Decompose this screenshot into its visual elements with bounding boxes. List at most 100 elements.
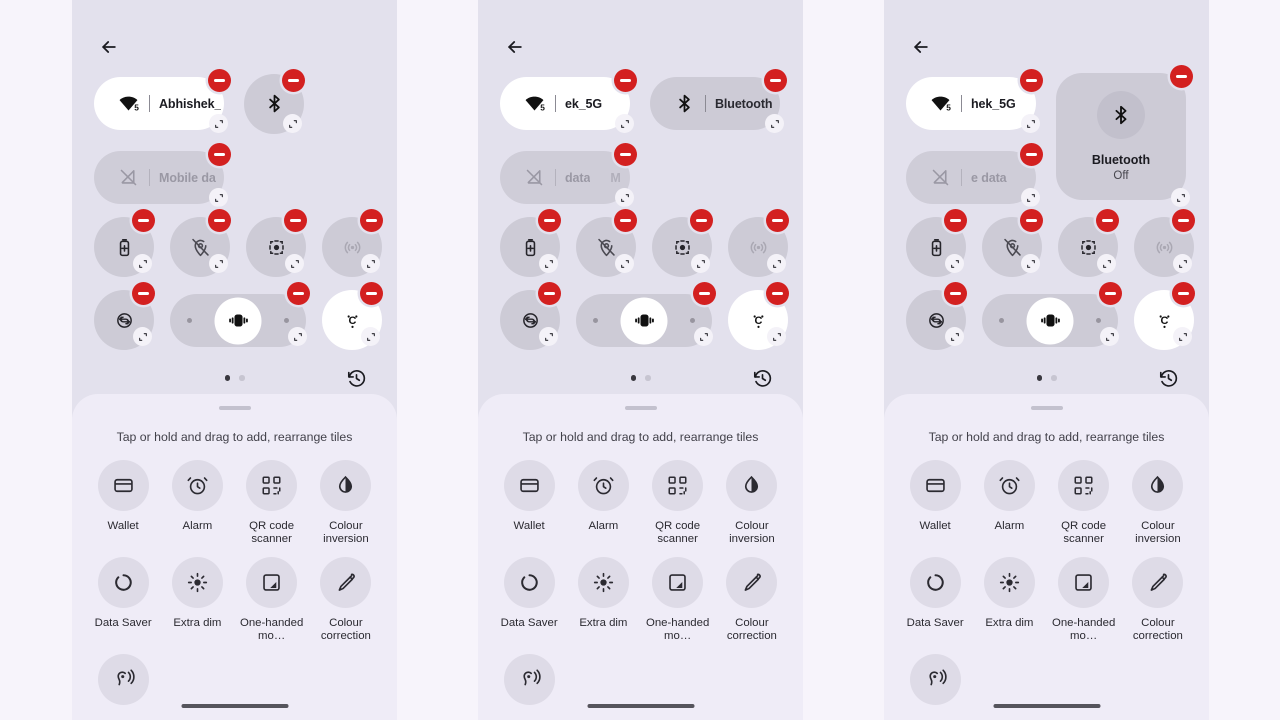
resize-handle-row3-3[interactable] (1173, 254, 1192, 273)
tile-bluetooth[interactable]: Bluetooth Off (1056, 73, 1186, 200)
ring-mode-dot-left[interactable] (187, 318, 192, 323)
remove-tile-wifi[interactable] (1020, 69, 1043, 92)
add-tile-colour-correction[interactable]: Colour correction (1121, 557, 1195, 643)
remove-tile-row3-1[interactable] (1020, 209, 1043, 232)
tile-mobile-data[interactable]: Mobile da (94, 151, 224, 204)
remove-tile-mobile-data[interactable] (208, 143, 231, 166)
remove-tile-row3-1[interactable] (614, 209, 637, 232)
resize-handle-wifi[interactable] (1021, 114, 1040, 133)
add-tile-qr-code-scanner[interactable]: QR code scanner (641, 460, 715, 546)
tile-ring-mode[interactable] (576, 294, 712, 347)
add-tile-one-handed-mode[interactable]: One-handed mo… (235, 557, 309, 643)
resize-handle-mobile-data[interactable] (209, 188, 228, 207)
gesture-nav-bar[interactable] (181, 704, 288, 708)
gesture-nav-bar[interactable] (993, 704, 1100, 708)
remove-tile-row3-0[interactable] (132, 209, 155, 232)
page-dot-1[interactable] (630, 375, 636, 381)
tile-wifi[interactable]: 5 hek_5G (906, 77, 1036, 130)
add-tile-alarm[interactable]: Alarm (972, 460, 1046, 546)
remove-tile-wifi[interactable] (614, 69, 637, 92)
history-restore-icon[interactable] (346, 368, 370, 392)
add-tile-alarm[interactable]: Alarm (566, 460, 640, 546)
resize-handle-row3-1[interactable] (209, 254, 228, 273)
add-tile-colour-inversion[interactable]: Colour inversion (309, 460, 383, 546)
add-tile-hearing-devices[interactable] (86, 654, 160, 714)
remove-tile-mobile-data[interactable] (1020, 143, 1043, 166)
resize-handle-row3-2[interactable] (1097, 254, 1116, 273)
resize-handle-row3-3[interactable] (361, 254, 380, 273)
remove-tile-auto-rotate[interactable] (132, 282, 155, 305)
add-tile-colour-correction[interactable]: Colour correction (715, 557, 789, 643)
remove-tile-row3-2[interactable] (690, 209, 713, 232)
resize-handle-row3-0[interactable] (133, 254, 152, 273)
resize-handle-colour-temperature[interactable] (1173, 327, 1192, 346)
tile-wifi[interactable]: 5 Abhishek_ (94, 77, 224, 130)
add-tile-one-handed-mode[interactable]: One-handed mo… (1047, 557, 1121, 643)
resize-handle-auto-rotate[interactable] (133, 327, 152, 346)
remove-tile-ring-mode[interactable] (1099, 282, 1122, 305)
add-tile-extra-dim[interactable]: Extra dim (566, 557, 640, 643)
remove-tile-row3-3[interactable] (360, 209, 383, 232)
resize-handle-row3-2[interactable] (691, 254, 710, 273)
ring-mode-dot-left[interactable] (593, 318, 598, 323)
resize-handle-bluetooth[interactable] (283, 114, 302, 133)
remove-tile-ring-mode[interactable] (693, 282, 716, 305)
resize-handle-row3-2[interactable] (285, 254, 304, 273)
add-tile-data-saver[interactable]: Data Saver (492, 557, 566, 643)
page-dot-2[interactable] (645, 375, 651, 381)
add-tile-hearing-devices[interactable] (492, 654, 566, 714)
ring-mode-dot-left[interactable] (999, 318, 1004, 323)
add-tile-colour-inversion[interactable]: Colour inversion (715, 460, 789, 546)
remove-tile-auto-rotate[interactable] (944, 282, 967, 305)
add-tile-qr-code-scanner[interactable]: QR code scanner (235, 460, 309, 546)
back-button[interactable] (94, 32, 124, 62)
ring-mode-dot-right[interactable] (1096, 318, 1101, 323)
tile-wifi[interactable]: 5 ek_5G (500, 77, 630, 130)
remove-tile-row3-0[interactable] (538, 209, 561, 232)
resize-handle-bluetooth[interactable] (765, 114, 784, 133)
tile-bluetooth[interactable]: Bluetooth (650, 77, 780, 130)
add-tile-colour-inversion[interactable]: Colour inversion (1121, 460, 1195, 546)
add-tile-extra-dim[interactable]: Extra dim (972, 557, 1046, 643)
gesture-nav-bar[interactable] (587, 704, 694, 708)
tile-ring-mode[interactable] (982, 294, 1118, 347)
drawer-grab-handle[interactable] (624, 406, 657, 410)
remove-tile-colour-temperature[interactable] (766, 282, 789, 305)
resize-handle-row3-1[interactable] (615, 254, 634, 273)
back-button[interactable] (906, 32, 936, 62)
remove-tile-row3-0[interactable] (944, 209, 967, 232)
add-tile-qr-code-scanner[interactable]: QR code scanner (1047, 460, 1121, 546)
resize-handle-row3-0[interactable] (539, 254, 558, 273)
resize-handle-wifi[interactable] (209, 114, 228, 133)
vibrate-icon[interactable] (1026, 297, 1074, 344)
remove-tile-bluetooth[interactable] (1170, 65, 1193, 88)
add-tile-wallet[interactable]: Wallet (492, 460, 566, 546)
remove-tile-row3-2[interactable] (1096, 209, 1119, 232)
add-tile-wallet[interactable]: Wallet (898, 460, 972, 546)
history-restore-icon[interactable] (752, 368, 776, 392)
resize-handle-auto-rotate[interactable] (539, 327, 558, 346)
remove-tile-colour-temperature[interactable] (360, 282, 383, 305)
resize-handle-row3-1[interactable] (1021, 254, 1040, 273)
add-tile-extra-dim[interactable]: Extra dim (160, 557, 234, 643)
drawer-grab-handle[interactable] (218, 406, 251, 410)
ring-mode-dot-right[interactable] (284, 318, 289, 323)
vibrate-icon[interactable] (214, 297, 262, 344)
remove-tile-auto-rotate[interactable] (538, 282, 561, 305)
ring-mode-dot-right[interactable] (690, 318, 695, 323)
resize-handle-mobile-data[interactable] (615, 188, 634, 207)
page-dot-1[interactable] (1036, 375, 1042, 381)
add-tile-one-handed-mode[interactable]: One-handed mo… (641, 557, 715, 643)
back-button[interactable] (500, 32, 530, 62)
tile-mobile-data[interactable]: e data (906, 151, 1036, 204)
remove-tile-bluetooth[interactable] (764, 69, 787, 92)
resize-handle-colour-temperature[interactable] (767, 327, 786, 346)
resize-handle-row3-3[interactable] (767, 254, 786, 273)
remove-tile-row3-3[interactable] (766, 209, 789, 232)
add-tile-colour-correction[interactable]: Colour correction (309, 557, 383, 643)
remove-tile-colour-temperature[interactable] (1172, 282, 1195, 305)
add-tile-data-saver[interactable]: Data Saver (898, 557, 972, 643)
history-restore-icon[interactable] (1158, 368, 1182, 392)
tile-ring-mode[interactable] (170, 294, 306, 347)
remove-tile-mobile-data[interactable] (614, 143, 637, 166)
